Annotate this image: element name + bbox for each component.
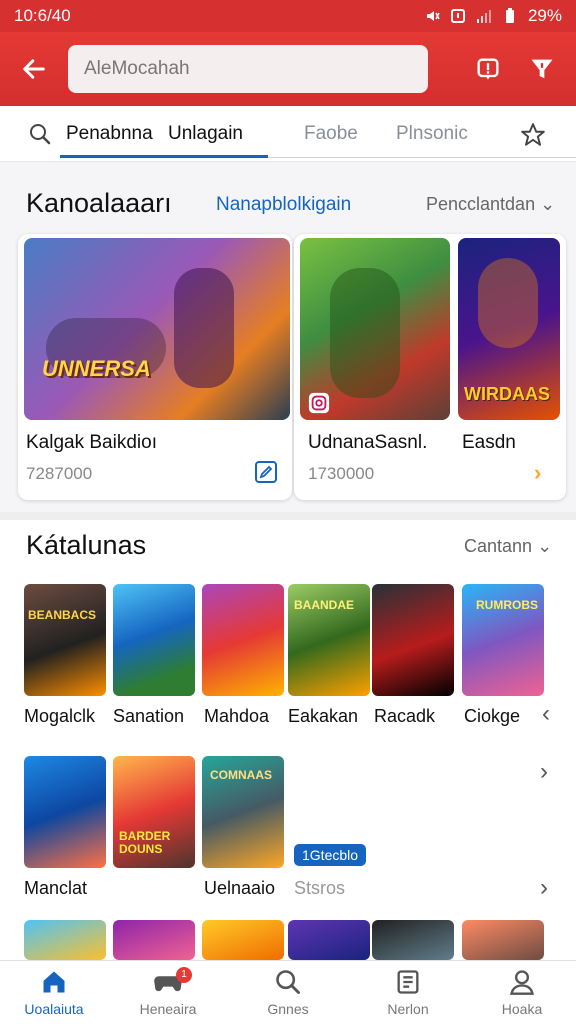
nav-label: Gnnes — [267, 1001, 309, 1017]
card-title: Easdn — [462, 432, 516, 453]
nav-badge: 1 — [176, 967, 192, 983]
alarm-icon — [450, 9, 465, 23]
game-tile[interactable] — [202, 584, 284, 696]
home-icon — [43, 971, 65, 993]
tab-1[interactable]: Unlagain — [168, 123, 243, 145]
card-subtitle: 7287000 — [26, 464, 93, 483]
battery-icon — [505, 8, 514, 23]
game-tile[interactable]: COMNAAS — [202, 756, 284, 868]
chevron-left-icon[interactable]: ‹ — [542, 700, 550, 728]
nav-item-list[interactable]: Nerlon — [360, 967, 456, 1017]
game-tile[interactable] — [113, 920, 195, 960]
tab-2[interactable]: Faobe — [304, 123, 358, 145]
search-icon — [276, 970, 300, 994]
game-tile[interactable]: BAANDAE — [288, 584, 370, 696]
chevron-down-icon: ⌄ — [540, 194, 556, 214]
tile-label: Mahdoa — [204, 706, 270, 726]
chevron-right-icon[interactable]: › — [540, 874, 548, 902]
tab-active-indicator — [60, 155, 268, 158]
section-title: Kanoalaaarı — [26, 188, 172, 218]
game-tile[interactable] — [113, 584, 195, 696]
star-icon[interactable] — [520, 122, 546, 148]
tab-bar: Penabnna Unlagain Faobe Plnsonic — [0, 106, 576, 162]
edit-icon[interactable] — [254, 460, 278, 484]
signal-icon — [476, 10, 491, 23]
arrow-left-icon — [23, 59, 45, 79]
tile-label: Sanation — [113, 706, 185, 726]
tile-art-text: BEANBACS — [28, 608, 97, 622]
bottom-nav: Uoalaiuta 1 Heneaira Gnnes Nerlon Hoaka — [0, 960, 576, 1024]
tile-label: Ciokge — [464, 706, 521, 726]
game-tile[interactable] — [462, 920, 544, 960]
nav-label: Hoaka — [501, 1001, 543, 1017]
list-icon — [397, 970, 419, 994]
chevron-right-icon[interactable]: › — [534, 460, 541, 486]
card-title: Kalgak Baikdioı — [26, 432, 157, 453]
game-tile[interactable] — [24, 920, 106, 960]
search-text: AleMocahah — [84, 58, 190, 79]
nav-item-profile[interactable]: Hoaka — [474, 967, 570, 1017]
alert-bell-icon — [477, 58, 499, 80]
game-tile[interactable] — [288, 920, 370, 960]
game-card-image-secondary: WIRDAAS — [458, 238, 560, 420]
card-art-text: UNNERSA — [42, 356, 151, 381]
tile-label: Racadk — [374, 706, 436, 726]
nav-item-home[interactable]: Uoalaiuta — [6, 967, 102, 1017]
nav-label: Nerlon — [387, 1001, 429, 1017]
status-badge: 1Gtecblo — [294, 844, 367, 866]
battery-percent: 29% — [527, 6, 562, 25]
game-tile[interactable] — [372, 920, 454, 960]
search-input[interactable]: AleMocahah — [68, 45, 428, 93]
chevron-down-icon: ⌄ — [537, 536, 553, 556]
featured-section: Kanoalaaarı Nanapblolkigain Pencclantdan… — [0, 162, 576, 512]
card-title: UdnanaSasnl. — [308, 432, 428, 453]
tab-0[interactable]: Penabnna — [66, 123, 153, 145]
mute-icon — [426, 11, 440, 21]
game-tile[interactable] — [24, 756, 106, 868]
tile-art-text: BARDER DOUNS — [119, 829, 171, 856]
section-divider — [0, 512, 576, 520]
game-card-image: UNNERSA — [24, 238, 290, 420]
tile-art-text: RUMROBS — [476, 598, 538, 612]
nav-label: Uoalaiuta — [24, 1001, 84, 1017]
profile-icon — [510, 970, 534, 995]
search-icon[interactable] — [28, 122, 52, 146]
tile-art-text: BAANDAE — [294, 598, 354, 612]
notification-button[interactable] — [472, 53, 504, 85]
tile-label: Uelnaaio — [204, 878, 276, 898]
section-title: Kátalunas — [26, 530, 147, 560]
game-tile[interactable]: BEANBACS — [24, 584, 106, 696]
status-bar: 10:6/40 29% — [0, 0, 576, 32]
tile-art-text: COMNAAS — [210, 768, 272, 782]
game-tile[interactable] — [372, 584, 454, 696]
nav-item-search[interactable]: Gnnes — [240, 967, 336, 1017]
game-tile[interactable]: RUMROBS — [462, 584, 544, 696]
filter-icon — [531, 59, 553, 79]
game-card[interactable]: UNNERSA Kalgak Baikdioı 7287000 — [18, 234, 292, 500]
game-tile[interactable] — [202, 920, 284, 960]
card-art-text: WIRDAAS — [464, 384, 550, 404]
section-more[interactable]: Cantann ⌄ — [464, 536, 552, 557]
back-button[interactable] — [14, 49, 54, 89]
tile-label: Stsros — [294, 878, 346, 898]
game-card[interactable]: WIRDAAS UdnanaSasnl. 1730000 Easdn › — [294, 234, 566, 500]
filter-button[interactable] — [526, 53, 558, 85]
tile-label: Eakakan — [288, 706, 359, 726]
section-more[interactable]: Pencclantdan ⌄ — [426, 194, 555, 215]
tab-divider — [268, 157, 576, 158]
section-link[interactable]: Nanapblolkigain — [216, 194, 351, 216]
chevron-right-icon[interactable]: › — [540, 758, 548, 786]
app-bar: AleMocahah — [0, 32, 576, 106]
nav-label: Heneaira — [139, 1001, 197, 1017]
instagram-icon — [308, 392, 330, 414]
card-subtitle: 1730000 — [308, 464, 375, 483]
game-card-image — [300, 238, 450, 420]
tab-3[interactable]: Plnsonic — [396, 123, 468, 145]
tile-label: Mogalclk — [24, 706, 96, 726]
game-tile[interactable]: BARDER DOUNS — [113, 756, 195, 868]
status-time: 10:6/40 — [14, 6, 71, 25]
nav-item-games[interactable]: 1 Heneaira — [120, 967, 216, 1017]
tile-label: Manclat — [24, 878, 88, 898]
